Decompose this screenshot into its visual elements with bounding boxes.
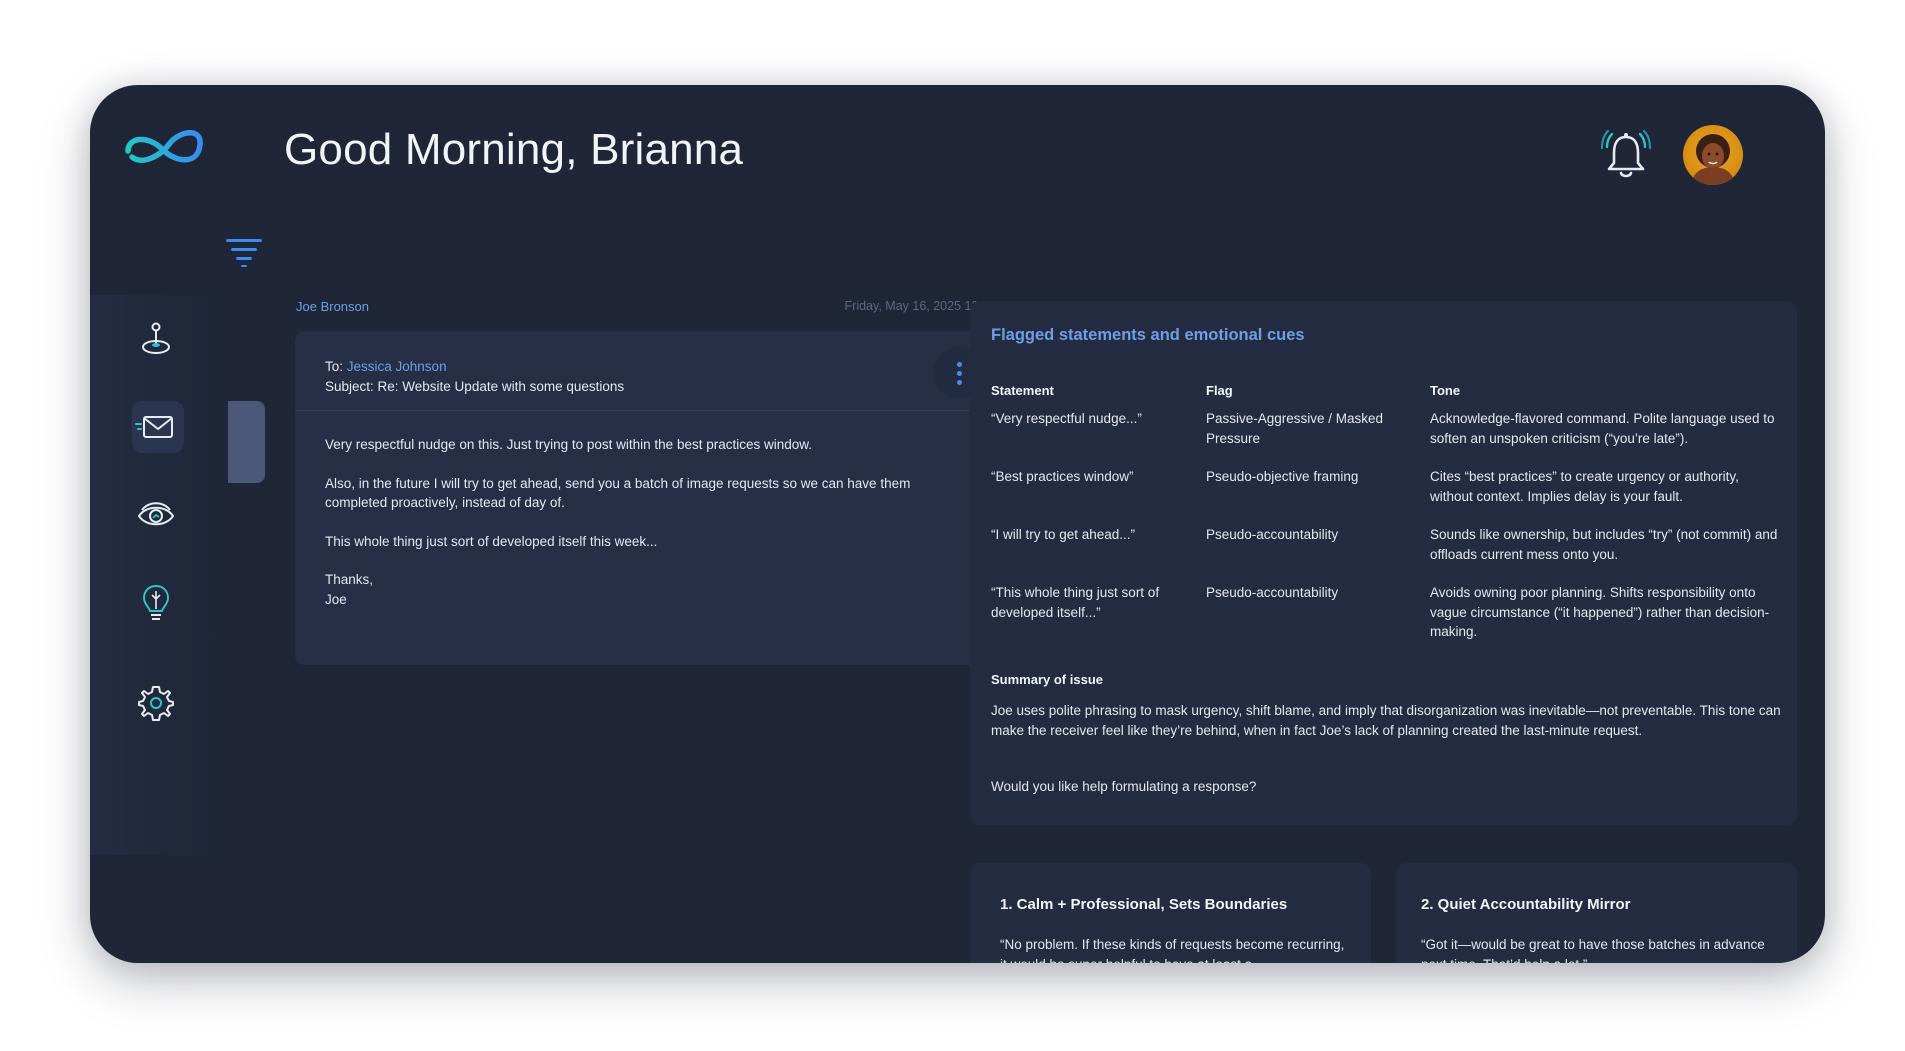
row-tone: Avoids owning poor planning. Shifts resp… (1430, 585, 1770, 639)
table-header-tone: Tone (1430, 383, 1461, 398)
row-statement: “Very respectful nudge...” (991, 411, 1142, 426)
page-title: Good Morning, Brianna (284, 125, 744, 174)
row-flag: Pseudo-objective framing (1206, 469, 1359, 484)
help-question: Would you like help formulating a respon… (991, 779, 1257, 794)
response-option-card[interactable]: 1. Calm + Professional, Sets Boundaries … (970, 863, 1371, 963)
row-statement: “I will try to get ahead...” (991, 527, 1136, 542)
response-option-card[interactable]: 2. Quiet Accountability Mirror “Got it—w… (1396, 863, 1797, 963)
eye-icon (137, 502, 175, 526)
more-vertical-icon (956, 361, 962, 367)
email-paragraph: Also, in the future I will try to get ah… (325, 475, 911, 511)
email-subject: Subject: Re: Website Update with some qu… (325, 379, 625, 394)
row-flag: Passive-Aggressive / Masked Pressure (1206, 411, 1384, 446)
sidebar-item-ideas[interactable] (130, 577, 182, 629)
response-option-text: “Got it—would be great to have those bat… (1421, 937, 1765, 963)
response-option-text: “No problem. If these kinds of requests … (1000, 937, 1345, 963)
summary-text: Joe uses polite phrasing to mask urgency… (991, 703, 1781, 738)
email-header: To: Jessica Johnson Subject: Re: Website… (295, 331, 1018, 411)
app-window: Good Morning, Brianna Joe Bronson Friday… (90, 85, 1825, 963)
email-card: To: Jessica Johnson Subject: Re: Website… (295, 331, 1018, 665)
table-header-statement: Statement (991, 383, 1054, 398)
response-option-title: 2. Quiet Accountability Mirror (1421, 896, 1631, 913)
row-tone: Cites “best practices” to create urgency… (1430, 469, 1739, 504)
row-tone: Acknowledge-flavored command. Polite lan… (1430, 411, 1775, 446)
sidebar-active-tab (228, 401, 265, 483)
email-signoff: Thanks, (325, 572, 374, 587)
avatar[interactable] (1683, 125, 1743, 185)
user-portrait-icon (1691, 134, 1735, 185)
infinity-logo-icon[interactable] (120, 121, 206, 173)
sidebar-item-insights[interactable] (130, 489, 182, 541)
gear-icon (138, 686, 174, 721)
sidebar-item-games[interactable] (130, 313, 182, 365)
row-tone: Sounds like ownership, but includes “try… (1430, 527, 1778, 562)
row-flag: Pseudo-accountability (1206, 527, 1339, 542)
summary-title: Summary of issue (991, 672, 1103, 687)
sidebar-item-mail[interactable] (130, 401, 182, 453)
email-recipient: To: Jessica Johnson (325, 359, 447, 374)
sidebar (90, 295, 228, 855)
recipient-name[interactable]: Jessica Johnson (347, 359, 447, 374)
email-paragraph: Very respectful nudge on this. Just tryi… (325, 437, 813, 452)
analysis-title: Flagged statements and emotional cues (991, 326, 1305, 344)
email-paragraph: This whole thing just sort of developed … (325, 533, 658, 549)
bell-icon[interactable] (1600, 129, 1652, 183)
joystick-icon (142, 322, 170, 354)
row-statement: “Best practices window” (991, 469, 1134, 484)
row-flag: Pseudo-accountability (1206, 585, 1339, 600)
email-sender[interactable]: Joe Bronson (296, 299, 369, 314)
row-statement: “This whole thing just sort of developed… (991, 585, 1160, 620)
lightbulb-icon (142, 584, 170, 620)
sidebar-item-settings[interactable] (130, 677, 182, 729)
filter-icon[interactable] (226, 237, 264, 267)
response-option-title: 1. Calm + Professional, Sets Boundaries (1000, 896, 1288, 913)
email-body: Very respectful nudge on this. Just tryi… (325, 435, 965, 609)
email-signature: Joe (325, 591, 347, 607)
mail-icon (135, 416, 173, 438)
table-header-flag: Flag (1206, 383, 1233, 398)
analysis-panel: Flagged statements and emotional cues St… (970, 301, 1797, 825)
